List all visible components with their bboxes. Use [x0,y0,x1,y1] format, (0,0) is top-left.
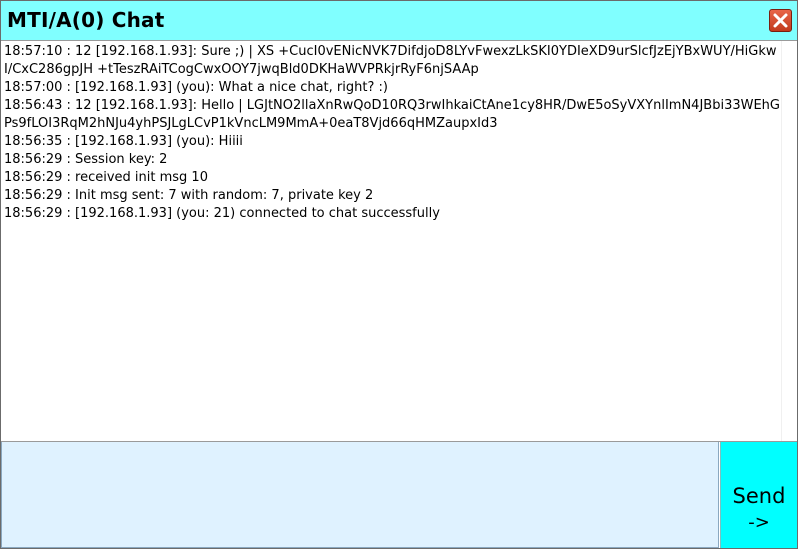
chat-message: 18:56:35 : [192.168.1.93] (you): Hiiii [4,134,243,149]
close-icon [773,13,788,28]
send-arrow-icon: -> [748,512,770,533]
chat-message: 18:56:29 : received init msg 10 [4,170,208,185]
chat-log: 18:57:10 : 12 [192.168.1.93]: Sure ;) | … [1,41,781,441]
chat-message: 18:56:29 : Init msg sent: 7 with random:… [4,188,374,203]
close-button[interactable] [769,9,792,32]
title-bar: MTI/A(0) Chat [1,1,797,41]
chat-message: 18:56:29 : Session key: 2 [4,152,168,167]
chat-message: 18:56:29 : [192.168.1.93] (you: 21) conn… [4,206,440,221]
chat-window: MTI/A(0) Chat 18:57:10 : 12 [192.168.1.9… [0,0,798,549]
chat-message: 18:57:10 : 12 [192.168.1.93]: Sure ;) | … [4,44,777,77]
window-title: MTI/A(0) Chat [7,8,165,32]
send-button-label: Send [732,484,786,508]
chat-log-scrollbar[interactable] [781,41,797,441]
message-input[interactable] [1,442,719,548]
chat-message: 18:56:43 : 12 [192.168.1.93]: Hello | LG… [4,98,780,131]
chat-message: 18:57:00 : [192.168.1.93] (you): What a … [4,80,388,95]
send-button[interactable]: Send -> [720,442,797,548]
